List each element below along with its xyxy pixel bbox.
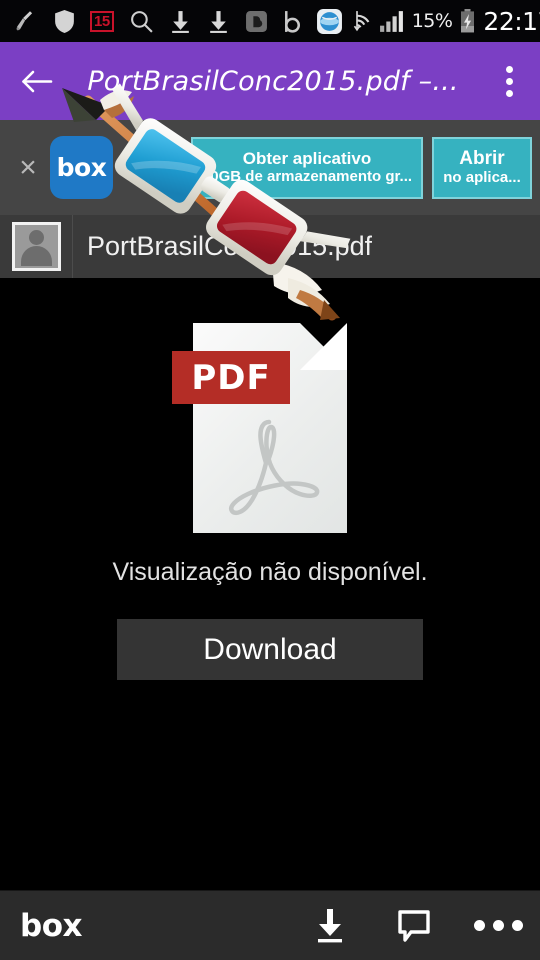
notification-count-badge: 15 xyxy=(90,10,114,32)
download-button[interactable]: Download xyxy=(117,619,423,680)
box-wordmark: box xyxy=(20,907,82,944)
browser-app-icon xyxy=(316,8,342,34)
wifi-icon xyxy=(353,10,370,31)
search-icon xyxy=(130,10,153,33)
preview-area: PDF Visualização não disponível. Downloa… xyxy=(0,278,540,890)
app-bar: PortBrasilConc2015.pdf –... xyxy=(0,42,540,120)
dot xyxy=(505,65,513,73)
blogger-icon xyxy=(245,10,267,32)
page-title: PortBrasilConc2015.pdf –... xyxy=(87,65,459,97)
bottom-toolbar: box xyxy=(0,890,540,960)
comments-button[interactable] xyxy=(372,891,456,960)
broom-cleaner-icon xyxy=(16,11,33,31)
dot xyxy=(511,920,523,931)
avatar-head xyxy=(28,230,44,245)
avatar-container xyxy=(0,215,73,278)
download-icon xyxy=(318,908,342,942)
avatar-body xyxy=(20,246,52,266)
pdf-file-icon: PDF xyxy=(172,323,347,533)
battery-charging-icon xyxy=(461,9,475,33)
avatar xyxy=(11,222,61,271)
clock-label: 22:17 xyxy=(483,6,540,36)
open-in-app-button[interactable]: Abrir no aplica... xyxy=(432,136,532,199)
b-letter-icon xyxy=(284,10,300,33)
status-bar-system-icons: 15% 22:17 xyxy=(343,7,540,36)
status-bar: 15 15% 22:1 xyxy=(0,0,540,42)
open-title: Abrir xyxy=(459,147,505,169)
pdf-type-label: PDF xyxy=(172,351,290,404)
no-preview-message: Visualização não disponível. xyxy=(112,558,428,586)
file-header-row: PortBrasilConc2015.pdf xyxy=(0,215,540,278)
download-action-button[interactable] xyxy=(288,891,372,960)
download-icon-2 xyxy=(209,10,227,33)
open-subtitle: no aplica... xyxy=(443,169,521,187)
download-icon xyxy=(171,10,189,33)
get-app-title: Obter aplicativo xyxy=(242,148,372,168)
box-app-logo: box xyxy=(50,136,113,199)
get-app-button[interactable]: Obter aplicativo 10GB de armazenamento g… xyxy=(191,136,423,199)
dot xyxy=(492,920,504,931)
more-horizontal-icon xyxy=(473,920,523,931)
app-promo-banner: × box Obter aplicativo 10GB de armazenam… xyxy=(0,120,540,215)
dot xyxy=(505,89,513,97)
comment-bubble-icon xyxy=(398,909,430,942)
box-logo-label: box xyxy=(56,153,107,182)
get-app-subtitle: 10GB de armazenamento gr... xyxy=(201,168,413,186)
back-button[interactable] xyxy=(14,58,60,104)
file-name-label: PortBrasilConc2015.pdf xyxy=(87,231,373,261)
cellular-signal-icon xyxy=(379,10,403,32)
battery-percent-label: 15% xyxy=(411,10,453,32)
back-arrow-icon xyxy=(22,70,53,92)
shield-icon xyxy=(55,9,74,33)
overflow-menu-button[interactable] xyxy=(492,56,526,106)
status-bar-notification-icons: 15 xyxy=(14,8,343,35)
dot xyxy=(473,920,485,931)
dot xyxy=(505,77,513,85)
close-banner-button[interactable]: × xyxy=(6,138,50,198)
more-options-button[interactable] xyxy=(456,891,540,960)
acrobat-logo-icon xyxy=(229,419,320,516)
phone-screen: 15 15% 22:1 PortBrasilConc2015.pdf –... … xyxy=(0,0,540,960)
pdf-corner-fold xyxy=(300,323,347,370)
